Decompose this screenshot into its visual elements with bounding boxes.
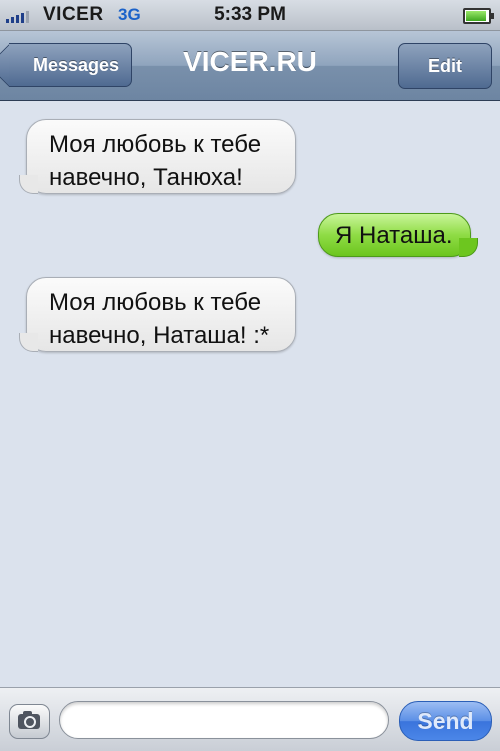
incoming-message-bubble[interactable]: Моя любовь к тебе навечно, Наташа! :* bbox=[19, 277, 296, 352]
outgoing-message-bubble[interactable]: Я Наташа. bbox=[318, 213, 478, 257]
message-composer: Send bbox=[0, 687, 500, 751]
battery-icon bbox=[463, 8, 494, 24]
navigation-bar: Messages VICER.RU Edit bbox=[0, 31, 500, 101]
camera-icon bbox=[18, 711, 40, 729]
status-time: 5:33 PM bbox=[214, 4, 286, 25]
send-button[interactable]: Send bbox=[399, 701, 492, 741]
messages-back-button[interactable]: Messages bbox=[9, 43, 132, 87]
camera-button[interactable] bbox=[9, 704, 50, 739]
incoming-message-bubble[interactable]: Моя любовь к тебе навечно, Танюха! bbox=[19, 119, 296, 194]
edit-button[interactable]: Edit bbox=[398, 43, 492, 89]
status-bar: VICER 3G 5:33 PM bbox=[0, 0, 500, 31]
battery-level bbox=[466, 11, 487, 21]
message-input[interactable] bbox=[59, 701, 389, 739]
message-thread[interactable]: Моя любовь к тебе навечно, Танюха! Я Нат… bbox=[0, 101, 500, 687]
